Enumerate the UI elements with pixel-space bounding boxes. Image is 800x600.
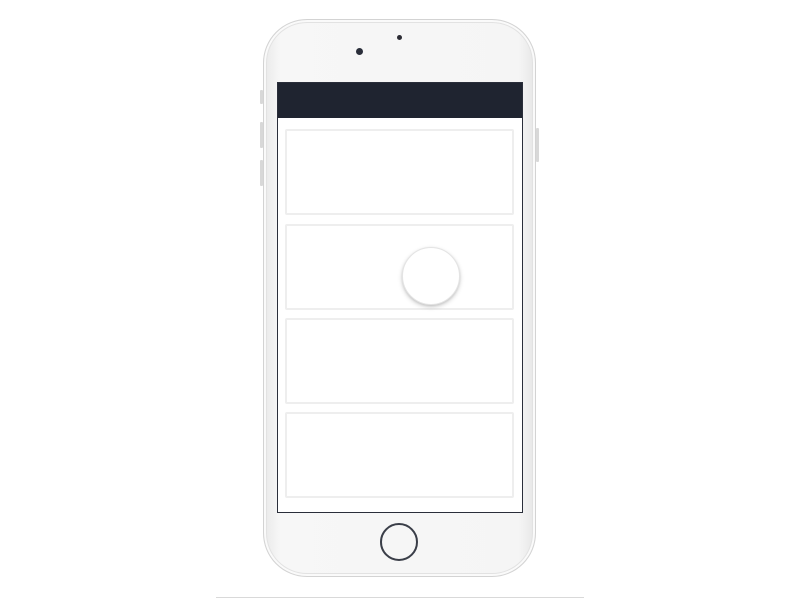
floor-line — [216, 597, 584, 598]
home-button-icon[interactable] — [380, 523, 418, 561]
list-card[interactable] — [285, 318, 514, 404]
touch-indicator — [402, 247, 460, 305]
list-card[interactable] — [285, 412, 514, 498]
list-card[interactable] — [285, 224, 514, 310]
speaker-icon — [397, 35, 402, 40]
stage — [0, 0, 800, 600]
camera-icon — [356, 48, 363, 55]
list-card[interactable] — [285, 129, 514, 215]
phone-screen — [277, 82, 523, 513]
power-button — [536, 128, 539, 162]
app-bar — [278, 83, 522, 118]
